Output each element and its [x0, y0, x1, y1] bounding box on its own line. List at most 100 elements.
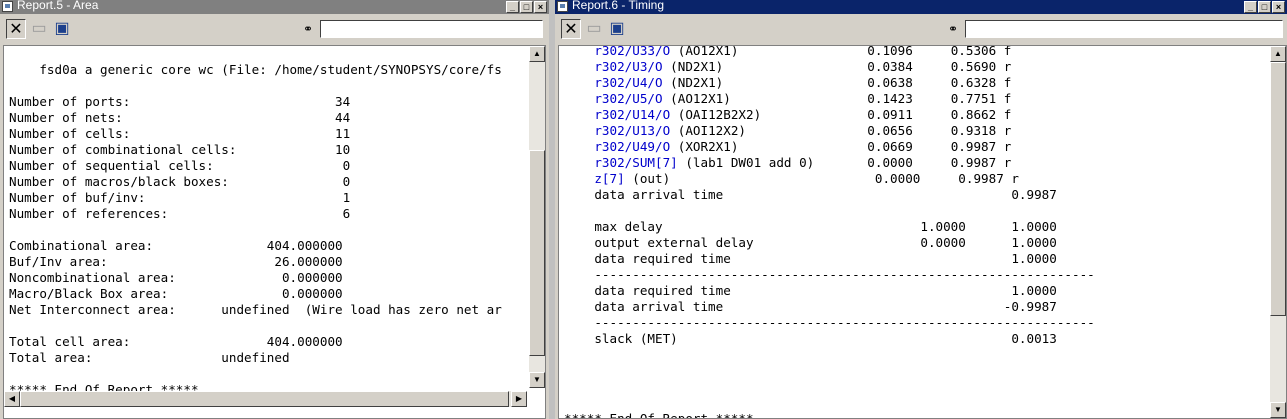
- timing-path-row: r302/U14/O (OAI12B2X2) 0.0911 0.8662 f: [564, 107, 1095, 123]
- path-row-values: (AO12X1) 0.1096 0.5306 f: [670, 45, 1012, 58]
- pin-link[interactable]: r302/U3/O: [594, 59, 662, 74]
- report-line: data arrival time -0.9987: [564, 299, 1057, 314]
- timing-path-row: r302/U4/O (ND2X1) 0.0638 0.6328 f: [564, 75, 1095, 91]
- pin-link[interactable]: r302/U33/O: [594, 46, 670, 58]
- report-line: [564, 363, 1095, 379]
- report-line: output external delay 0.0000 1.0000: [564, 235, 1057, 250]
- close-window-button[interactable]: ×: [1272, 1, 1285, 13]
- report-line: ----------------------------------------…: [564, 315, 1095, 330]
- title-bar[interactable]: Report.5 - Area _ □ ×: [0, 0, 549, 14]
- report-line: Number of macros/black boxes: 0: [9, 174, 351, 189]
- scroll-up-arrow-icon[interactable]: ▲: [529, 46, 545, 62]
- report-line: slack (MET) 0.0013: [564, 331, 1057, 346]
- report-line: [9, 318, 502, 334]
- pin-link[interactable]: r302/U5/O: [594, 91, 662, 106]
- binoculars-find-icon[interactable]: ⚭: [943, 20, 963, 39]
- scroll-left-arrow-icon[interactable]: ◀: [4, 391, 20, 407]
- title-bar[interactable]: Report.6 - Timing _ □ ×: [555, 0, 1287, 14]
- pin-link[interactable]: r302/U49/O: [594, 139, 670, 154]
- find-input[interactable]: [320, 20, 543, 38]
- report-line: [564, 203, 1095, 219]
- window-title: Report.6 - Timing: [572, 0, 665, 12]
- report-line: Total cell area: 404.000000: [9, 334, 343, 349]
- pin-link[interactable]: r302/U14/O: [594, 107, 670, 122]
- path-row-values: (XOR2X1) 0.0669 0.9987 r: [670, 139, 1012, 154]
- open-folder-icon: ▭: [31, 20, 47, 37]
- report-line: [9, 366, 502, 382]
- report-line: data arrival time 0.9987: [564, 187, 1057, 202]
- report-line: Number of combinational cells: 10: [9, 142, 351, 157]
- report-line: [564, 395, 1095, 411]
- save-floppy-icon[interactable]: ▣: [52, 19, 72, 39]
- window-title: Report.5 - Area: [17, 0, 99, 12]
- vertical-scroll-thumb[interactable]: [529, 150, 545, 356]
- report-line: ***** End Of Report *****: [564, 411, 754, 419]
- pin-link[interactable]: r302/SUM[7]: [594, 155, 677, 170]
- path-row-values: (ND2X1) 0.0384 0.5690 r: [662, 59, 1012, 74]
- horizontal-scrollbar[interactable]: ◀ ▶: [4, 391, 527, 407]
- toolbar: ✕ ▭ ▣ ⚭: [555, 15, 1287, 44]
- report-line: fsd0a a generic core wc (File: /home/stu…: [9, 62, 502, 77]
- pin-link[interactable]: r302/U4/O: [594, 75, 662, 90]
- maximize-button[interactable]: □: [1258, 1, 1271, 13]
- path-row-values: (out) 0.0000 0.9987 r: [624, 171, 1019, 186]
- vertical-scroll-thumb[interactable]: [1270, 62, 1286, 316]
- timing-path-row: r302/U49/O (XOR2X1) 0.0669 0.9987 r: [564, 139, 1095, 155]
- report-line: ----------------------------------------…: [564, 267, 1095, 282]
- close-window-button[interactable]: ×: [534, 1, 547, 13]
- report-line: Number of sequential cells: 0: [9, 158, 351, 173]
- report-line: data required time 1.0000: [564, 251, 1057, 266]
- report-line: [9, 222, 502, 238]
- pin-link[interactable]: z[7]: [594, 171, 624, 186]
- maximize-button[interactable]: □: [520, 1, 533, 13]
- report-line: Combinational area: 404.000000: [9, 238, 343, 253]
- path-row-values: (AO12X1) 0.1423 0.7751 f: [662, 91, 1012, 106]
- horizontal-scroll-thumb[interactable]: [20, 391, 509, 407]
- pin-link[interactable]: r302/U13/O: [594, 123, 670, 138]
- find-input[interactable]: [965, 20, 1283, 38]
- scroll-down-arrow-icon[interactable]: ▼: [1270, 402, 1286, 418]
- scroll-up-arrow-icon[interactable]: ▲: [1270, 46, 1286, 62]
- scroll-down-arrow-icon[interactable]: ▼: [529, 372, 545, 388]
- path-row-values: (ND2X1) 0.0638 0.6328 f: [662, 75, 1012, 90]
- timing-path-row: r302/SUM[7] (lab1 DW01 add 0) 0.0000 0.9…: [564, 155, 1095, 171]
- vertical-scrollbar[interactable]: ▲ ▼: [1270, 46, 1286, 418]
- report-text: r302/U33/O (AO12X1) 0.1096 0.5306 f r302…: [564, 45, 1095, 419]
- report-line: Number of nets: 44: [9, 110, 351, 125]
- vertical-scrollbar[interactable]: ▲ ▼: [529, 46, 545, 388]
- timing-report-window: Report.6 - Timing _ □ × ✕ ▭ ▣ ⚭ r302/U33…: [555, 0, 1287, 419]
- report-line: [564, 379, 1095, 395]
- report-line: Number of ports: 34: [9, 94, 351, 109]
- report-line: max delay 1.0000 1.0000: [564, 219, 1057, 234]
- report-line: data required time 1.0000: [564, 283, 1057, 298]
- save-floppy-icon[interactable]: ▣: [607, 19, 627, 39]
- report-line: Net Interconnect area: undefined (Wire l…: [9, 302, 502, 317]
- timing-path-row: r302/U5/O (AO12X1) 0.1423 0.7751 f: [564, 91, 1095, 107]
- report-text-area[interactable]: fsd0a a generic core wc (File: /home/stu…: [3, 45, 546, 419]
- close-report-icon[interactable]: ✕: [561, 19, 581, 39]
- report-text: fsd0a a generic core wc (File: /home/stu…: [9, 46, 502, 398]
- path-row-values: (OAI12B2X2) 0.0911 0.8662 f: [670, 107, 1012, 122]
- timing-path-row: r302/U33/O (AO12X1) 0.1096 0.5306 f: [564, 45, 1095, 59]
- report-text-area[interactable]: r302/U33/O (AO12X1) 0.1096 0.5306 f r302…: [558, 45, 1287, 419]
- scroll-right-arrow-icon[interactable]: ▶: [511, 391, 527, 407]
- report-window-icon: [2, 1, 13, 12]
- minimize-button[interactable]: _: [506, 1, 519, 13]
- report-line: Macro/Black Box area: 0.000000: [9, 286, 343, 301]
- report-window-icon: [557, 1, 568, 12]
- report-line: [564, 347, 1095, 363]
- report-line: [9, 46, 502, 62]
- minimize-button[interactable]: _: [1244, 1, 1257, 13]
- report-line: Buf/Inv area: 26.000000: [9, 254, 343, 269]
- report-line: Number of cells: 11: [9, 126, 351, 141]
- timing-path-row: z[7] (out) 0.0000 0.9987 r: [564, 171, 1095, 187]
- area-report-window: Report.5 - Area _ □ × ✕ ▭ ▣ ⚭ fsd0a a ge…: [0, 0, 549, 419]
- report-line: Number of references: 6: [9, 206, 351, 221]
- path-row-values: (AOI12X2) 0.0656 0.9318 r: [670, 123, 1012, 138]
- binoculars-find-icon[interactable]: ⚭: [298, 20, 318, 39]
- close-report-icon[interactable]: ✕: [6, 19, 26, 39]
- report-line: Noncombinational area: 0.000000: [9, 270, 343, 285]
- report-line: Total area: undefined: [9, 350, 290, 365]
- path-row-values: (lab1 DW01 add 0) 0.0000 0.9987 r: [677, 155, 1012, 170]
- timing-path-row: r302/U3/O (ND2X1) 0.0384 0.5690 r: [564, 59, 1095, 75]
